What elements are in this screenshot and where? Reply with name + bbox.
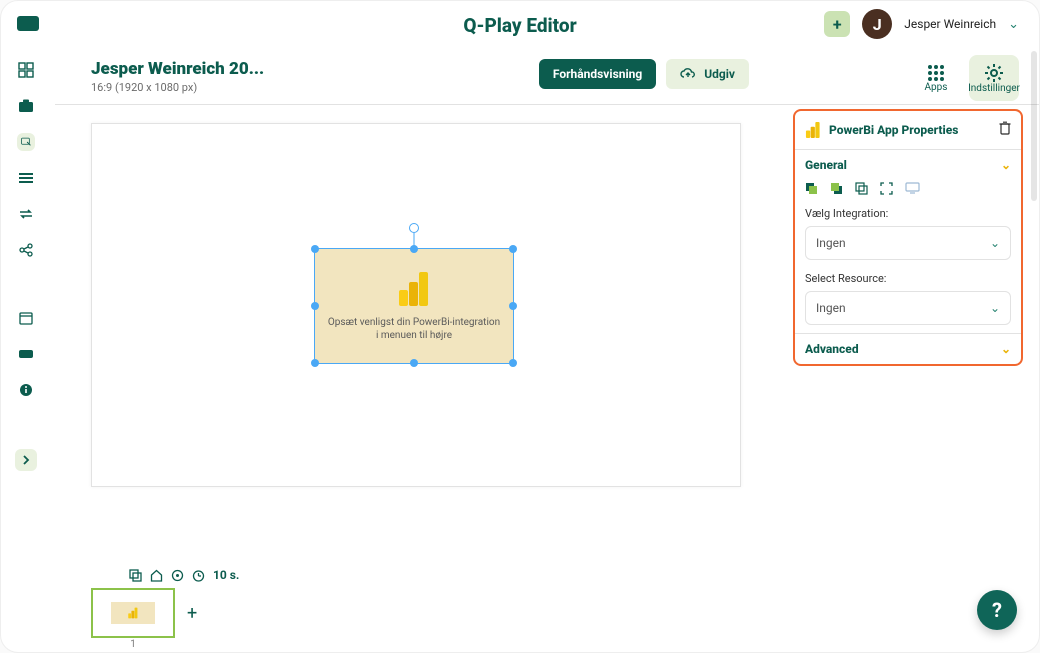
canvas[interactable]: Opsæt venligst din PowerBi-integration i… [91,123,741,487]
send-back-icon[interactable] [805,182,818,195]
properties-title: PowerBi App Properties [829,123,958,137]
repeat-icon[interactable] [17,205,35,223]
left-rail [7,61,45,471]
section-advanced: Advanced ⌄ [795,333,1021,364]
tab-settings-label: Indstillinger [968,83,1020,94]
section-general: General ⌄ Vælg Integration: Ingen ⌄ Sele… [795,149,1021,333]
properties-header: PowerBi App Properties [795,119,1021,149]
slide-mini-widget [111,602,155,624]
duplicate-icon[interactable] [855,182,868,195]
chevron-down-icon[interactable]: ⌄ [1008,17,1019,32]
powerbi-icon [397,270,431,308]
document-title: Jesper Weinreich 20... [91,59,264,79]
app-title: Q-Play Editor [463,14,576,37]
handle-tc[interactable] [410,245,418,253]
alignment-icons [805,182,1011,195]
copy-icon[interactable] [129,569,142,582]
widget-text-l1: Opsæt venligst din PowerBi-integration [328,317,500,328]
publish-button[interactable]: Udgiv [666,59,749,89]
widget-content: Opsæt venligst din PowerBi-integration i… [315,249,513,363]
timeline: 10 s. 1 + [91,568,239,638]
canvas-wrap: Opsæt venligst din PowerBi-integration i… [91,123,741,487]
slide-thumbnail[interactable]: 1 [91,588,175,638]
section-general-label: General [805,158,847,172]
document-header: Jesper Weinreich 20... 16:9 (1920 x 1080… [55,49,1039,105]
handle-mr[interactable] [509,302,517,310]
integration-label: Vælg Integration: [805,207,1011,220]
home-icon[interactable] [150,569,163,582]
resource-select[interactable]: Ingen ⌄ [805,291,1011,325]
slides-row: 1 + [91,588,239,638]
chevron-down-icon: ⌄ [1001,158,1011,172]
timer-gear-icon[interactable] [171,569,184,582]
slide-duration[interactable]: 10 s. [213,568,239,582]
grid-icon [927,64,945,82]
topbar: Q-Play Editor + J Jesper Weinreich ⌄ [1,1,1039,49]
brand-mark[interactable] [17,16,39,31]
handle-tr[interactable] [509,245,517,253]
chevron-down-icon: ⌄ [1001,342,1011,356]
cloud-upload-icon [680,68,696,80]
list-icon[interactable] [17,169,35,187]
topbar-right: + J Jesper Weinreich ⌄ [824,9,1019,39]
publish-label: Udgiv [704,67,735,81]
handle-br[interactable] [509,359,517,367]
document-subtitle: 16:9 (1920 x 1080 px) [91,81,264,94]
editor-icon[interactable] [17,133,35,151]
calendar-icon[interactable] [17,309,35,327]
main-area: Jesper Weinreich 20... 16:9 (1920 x 1080… [55,49,1039,652]
mode-tabs: Apps Indstillinger [911,49,1019,101]
info-icon[interactable] [17,381,35,399]
section-advanced-header[interactable]: Advanced ⌄ [805,342,1011,356]
slide-number: 1 [130,639,136,650]
screen-icon[interactable] [905,182,920,195]
handle-tl[interactable] [311,245,319,253]
chevron-down-icon: ⌄ [990,236,1000,250]
scrollbar[interactable] [1031,51,1037,201]
chevron-down-icon: ⌄ [990,301,1000,315]
tab-settings[interactable]: Indstillinger [969,55,1019,101]
timeline-tools: 10 s. [129,568,239,582]
share-icon[interactable] [17,241,35,259]
tab-apps-label: Apps [925,82,948,93]
add-slide-button[interactable]: + [187,603,197,624]
properties-panel: PowerBi App Properties General ⌄ Væl [793,109,1023,366]
bring-front-icon[interactable] [830,182,843,195]
case-icon[interactable] [17,97,35,115]
widget-text-l2: i menuen til højre [376,330,452,341]
section-advanced-label: Advanced [805,342,859,356]
handle-ml[interactable] [311,302,319,310]
integration-select[interactable]: Ingen ⌄ [805,226,1011,260]
preview-button[interactable]: Forhåndsvisning [539,59,656,89]
resource-label: Select Resource: [805,272,1011,285]
powerbi-icon [805,121,821,139]
gear-icon [984,63,1004,83]
handle-bl[interactable] [311,359,319,367]
app-window: Q-Play Editor + J Jesper Weinreich ⌄ [0,0,1040,653]
fullscreen-icon[interactable] [880,182,893,195]
trash-icon[interactable] [999,121,1011,135]
rotate-handle[interactable] [409,223,419,233]
user-name[interactable]: Jesper Weinreich [904,17,996,31]
avatar[interactable]: J [862,9,892,39]
expand-rail-button[interactable] [15,449,37,471]
resource-value: Ingen [816,301,846,315]
label-icon[interactable] [17,345,35,363]
help-button[interactable]: ? [977,590,1017,630]
integration-value: Ingen [816,236,846,250]
tab-apps[interactable]: Apps [911,55,961,101]
section-general-header[interactable]: General ⌄ [805,158,1011,172]
selected-widget[interactable]: Opsæt venligst din PowerBi-integration i… [314,248,514,364]
handle-bc[interactable] [410,359,418,367]
document-actions: Forhåndsvisning Udgiv [539,59,749,89]
time-icon[interactable] [192,569,205,582]
dashboard-icon[interactable] [17,61,35,79]
widget-text: Opsæt venligst din PowerBi-integration i… [328,316,500,343]
new-button[interactable]: + [824,11,850,37]
